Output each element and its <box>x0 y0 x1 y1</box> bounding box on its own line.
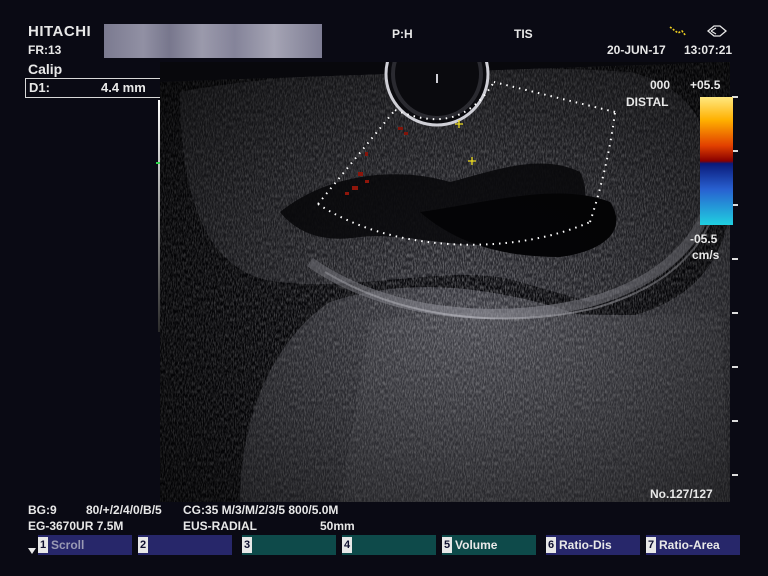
softkey-bar: 1 Scroll 2 3 4 5 Volume 6 Ratio-Dis 7 Ra… <box>28 535 744 555</box>
softkey-7-ratio-area[interactable]: 7 Ratio-Area <box>646 535 740 555</box>
velocity-unit: cm/s <box>692 248 720 262</box>
probe-ph-label: P:H <box>392 27 413 41</box>
frame-counter: No.127/127 <box>650 487 713 501</box>
triangle-down-icon <box>28 548 36 554</box>
caliper-d1-value: 4.4 mm <box>101 80 146 95</box>
softkey-4[interactable]: 4 <box>342 535 436 555</box>
softkey-6-ratio-dis[interactable]: 6 Ratio-Dis <box>546 535 640 555</box>
redacted-patient-info <box>104 24 322 58</box>
exam-date: 20-JUN-17 <box>607 43 666 57</box>
scan-mode: EUS-RADIAL <box>183 519 257 533</box>
param-color-gain: CG:35 M/3/M/2/3/5 800/5.0M <box>183 503 339 517</box>
param-settings: 80/+/2/4/0/B/5 <box>86 503 162 517</box>
scan-depth: 50mm <box>320 519 355 533</box>
pen-trace-icon <box>669 25 728 37</box>
frame-rate: FR:13 <box>28 43 62 57</box>
ultrasound-image[interactable] <box>160 62 730 502</box>
softkey-2[interactable]: 2 <box>138 535 232 555</box>
probe-model: EG-3670UR 7.5M <box>28 519 124 533</box>
softkey-1-scroll[interactable]: 1 Scroll <box>38 535 132 555</box>
depth-scale <box>732 62 740 492</box>
velocity-zero: 000 <box>650 78 671 92</box>
caliper-title: Calip <box>28 61 63 77</box>
velocity-max: +05.5 <box>690 78 721 92</box>
direction-label: DISTAL <box>626 95 669 109</box>
softkey-5-volume[interactable]: 5 Volume <box>442 535 536 555</box>
softkey-3[interactable]: 3 <box>242 535 336 555</box>
color-velocity-bar <box>700 97 733 225</box>
caliper-d1-label: D1: <box>29 80 50 95</box>
probe-tis-label: TIS <box>514 27 533 41</box>
exam-time: 13:07:21 <box>684 43 733 57</box>
brand-logo: HITACHI <box>28 23 92 40</box>
param-bg: BG:9 <box>28 503 57 517</box>
velocity-min: -05.5 <box>690 232 718 246</box>
